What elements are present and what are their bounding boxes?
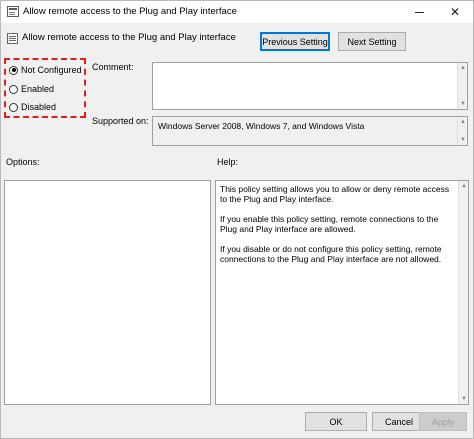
radio-disabled[interactable]: Disabled [9,102,56,112]
scroll-up-icon[interactable]: ▲ [459,64,467,72]
apply-button[interactable]: Apply [419,412,467,431]
scroll-down-icon[interactable]: ▼ [459,136,467,144]
supported-on-text: Windows Server 2008, Windows 7, and Wind… [158,121,365,131]
previous-setting-button[interactable]: Previous Setting [260,32,330,51]
close-button[interactable]: ✕ [437,1,473,23]
help-text: This policy setting allows you to allow … [220,184,456,274]
options-label: Options: [6,157,40,167]
radio-unchecked-icon [9,84,18,94]
radio-unchecked-icon [9,102,18,112]
window-title: Allow remote access to the Plug and Play… [23,6,237,17]
help-scrollbar[interactable]: ▲ ▼ [458,181,468,404]
minimize-button[interactable] [401,1,437,23]
scroll-down-icon[interactable]: ▼ [460,395,468,403]
radio-not-configured[interactable]: Not Configured [9,65,82,75]
comment-label: Comment: [92,62,134,72]
help-paragraph: If you disable or do not configure this … [220,244,442,264]
minimize-icon [414,11,424,13]
help-label: Help: [217,157,239,167]
comment-input[interactable]: ▲ ▼ [152,62,468,110]
radio-label: Enabled [21,84,55,94]
help-panel: This policy setting allows you to allow … [215,180,469,405]
supported-on-label: Supported on: [92,116,149,126]
help-paragraph: This policy setting allows you to allow … [220,184,450,204]
supported-scrollbar[interactable]: ▲ ▼ [457,117,467,145]
cancel-button[interactable]: Cancel [372,412,426,431]
radio-label: Disabled [21,102,57,112]
radio-checked-icon [9,65,18,75]
scroll-up-icon[interactable]: ▲ [459,118,467,126]
supported-on-value: Windows Server 2008, Windows 7, and Wind… [152,116,468,146]
policy-dialog: Allow remote access to the Plug and Play… [0,0,474,439]
close-icon: ✕ [449,5,461,19]
help-paragraph: If you enable this policy setting, remot… [220,214,439,234]
options-panel [4,180,211,405]
comment-scrollbar[interactable]: ▲ ▼ [457,63,467,109]
policy-icon [7,33,18,44]
next-setting-button[interactable]: Next Setting [338,32,406,51]
scroll-down-icon[interactable]: ▼ [459,100,467,108]
title-bar: Allow remote access to the Plug and Play… [1,1,473,23]
radio-enabled[interactable]: Enabled [9,84,54,94]
app-icon [7,6,19,17]
config-state-group: Not Configured Enabled Disabled [4,58,86,118]
radio-label: Not Configured [21,65,82,75]
policy-title: Allow remote access to the Plug and Play… [22,32,236,43]
scroll-up-icon[interactable]: ▲ [460,182,468,190]
ok-button[interactable]: OK [305,412,367,431]
